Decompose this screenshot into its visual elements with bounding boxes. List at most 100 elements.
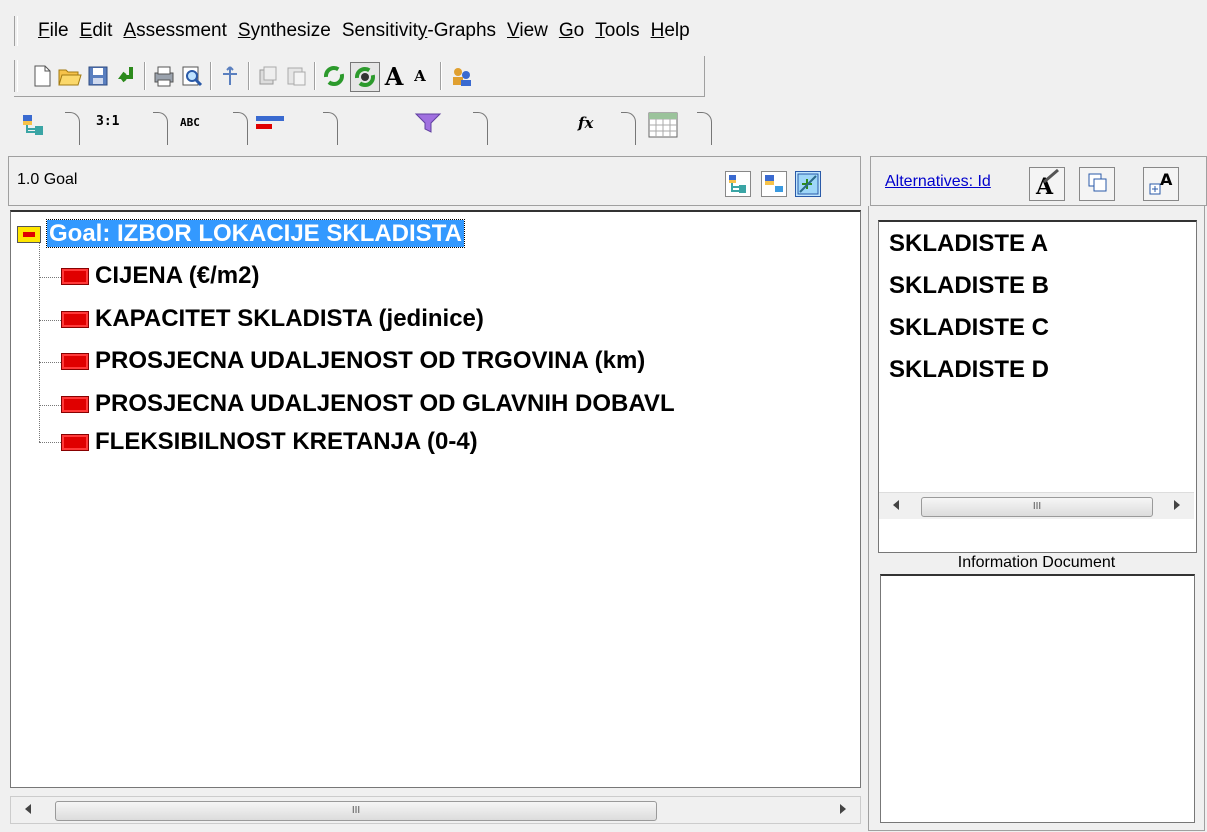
tab-bar-graph[interactable] <box>248 108 338 148</box>
scroll-left-icon[interactable] <box>25 804 31 814</box>
menu-item-accelerator: y <box>417 20 428 41</box>
menu-item[interactable]: Edit <box>80 20 113 42</box>
scroll-right-icon[interactable] <box>1174 500 1180 510</box>
model-panel: 1.0 Goal Goal: IZBOR LOKACIJE SKLADISTA … <box>8 150 863 832</box>
tree-node-criterion[interactable]: FLEKSIBILNOST KRETANJA (0-4) <box>61 428 478 456</box>
menu-item[interactable]: Synthesize <box>238 20 331 42</box>
alternatives-list: SKLADISTE A SKLADISTE B SKLADISTE C SKLA… <box>878 220 1197 553</box>
menu-item[interactable]: Sensitivity-Graphs <box>342 20 496 42</box>
goal-label: Goal: IZBOR LOKACIJE SKLADISTA <box>46 219 465 248</box>
cluster-view-icon[interactable] <box>761 171 787 197</box>
toolbar-separator <box>440 62 442 90</box>
tab-abc-label: ABC <box>180 116 200 129</box>
menu-item[interactable]: View <box>507 20 548 42</box>
save-icon[interactable] <box>86 64 110 88</box>
menu-item-text: ynthesize <box>250 20 331 41</box>
return-arrow-icon[interactable] <box>114 64 138 88</box>
users-icon[interactable] <box>450 64 474 88</box>
criterion-node-icon <box>61 268 89 286</box>
menu-item[interactable]: File <box>38 20 69 42</box>
menu-items: File Edit Assessment Synthesize Sensitivity-… <box>38 20 701 42</box>
menu-item[interactable]: Help <box>651 20 690 42</box>
copy-icon[interactable] <box>256 64 280 88</box>
increase-font-icon[interactable]: A <box>382 62 406 91</box>
criterion-node-icon <box>61 353 89 371</box>
menubar-grip[interactable] <box>14 16 18 46</box>
tree-connector <box>39 277 61 278</box>
menu-item-text: dit <box>92 20 113 41</box>
tree-view-icon[interactable] <box>725 171 751 197</box>
menu-item-text: elp <box>664 20 690 41</box>
funnel-icon <box>414 112 442 139</box>
view-tabs: 3:1 ABC fx <box>8 108 728 148</box>
edit-node-icon[interactable] <box>795 171 821 197</box>
menu-bar: File Edit Assessment Synthesize Sensitivity-… <box>0 10 1207 50</box>
tab-grid[interactable] <box>636 108 712 148</box>
information-document-box[interactable] <box>880 574 1195 823</box>
recalculate-icon[interactable] <box>350 62 380 92</box>
print-icon[interactable] <box>152 64 176 88</box>
decrease-font-icon[interactable]: A <box>408 64 432 88</box>
menu-item-accelerator: F <box>38 20 50 41</box>
svg-text:A: A <box>1160 170 1173 189</box>
copy-alternative-icon[interactable] <box>1079 167 1115 201</box>
print-preview-icon[interactable] <box>180 64 204 88</box>
list-item-alternative[interactable]: SKLADISTE A <box>889 230 1048 258</box>
tab-edge <box>153 112 168 145</box>
tab-edge <box>697 112 712 145</box>
tree-connector <box>39 362 61 363</box>
scroll-right-icon[interactable] <box>840 804 846 814</box>
toolbar-grip[interactable] <box>14 60 18 92</box>
tab-filter[interactable] <box>338 108 488 148</box>
tab-formula-label: fx <box>578 114 594 132</box>
refresh-icon[interactable] <box>322 64 346 88</box>
tree-horizontal-scrollbar[interactable]: III <box>10 796 861 824</box>
alternatives-horizontal-scrollbar[interactable]: III <box>879 492 1194 519</box>
list-item-alternative[interactable]: SKLADISTE B <box>889 272 1049 300</box>
tab-edge <box>233 112 248 145</box>
tree-node-goal[interactable]: Goal: IZBOR LOKACIJE SKLADISTA <box>17 219 465 248</box>
alternatives-link[interactable]: Alternatives: Id <box>885 173 991 191</box>
menu-item-text: ssessment <box>136 20 227 41</box>
edit-alternative-icon[interactable]: A <box>1029 167 1065 201</box>
tree-connector <box>39 405 61 406</box>
criterion-node-icon <box>61 434 89 452</box>
move-icon[interactable] <box>218 64 242 88</box>
menu-item-text: -Graphs <box>427 20 497 41</box>
tree-view-icon <box>22 114 52 141</box>
tab-formula[interactable]: fx <box>488 108 636 148</box>
tree-connector <box>39 442 61 443</box>
tree-node-criterion[interactable]: PROSJECNA UDALJENOST OD TRGOVINA (km) <box>61 347 645 375</box>
scrollbar-thumb[interactable]: III <box>55 801 657 821</box>
menu-item[interactable]: Assessment <box>123 20 227 42</box>
tree-node-criterion[interactable]: CIJENA (€/m2) <box>61 262 259 290</box>
criterion-label: PROSJECNA UDALJENOST OD GLAVNIH DOBAVL <box>95 390 675 417</box>
scroll-left-icon[interactable] <box>893 500 899 510</box>
new-file-icon[interactable] <box>30 64 54 88</box>
menu-item[interactable]: Tools <box>595 20 639 42</box>
add-alternative-icon[interactable]: A <box>1143 167 1179 201</box>
list-item-alternative[interactable]: SKLADISTE C <box>889 314 1049 342</box>
grid-icon <box>648 112 678 143</box>
bar-graph-icon <box>256 116 286 137</box>
menu-item-text: ile <box>49 20 69 41</box>
tree-node-criterion[interactable]: KAPACITET SKLADISTA (jedinice) <box>61 305 484 333</box>
criterion-label: PROSJECNA UDALJENOST OD TRGOVINA (km) <box>95 347 646 374</box>
tree-node-criterion[interactable]: PROSJECNA UDALJENOST OD GLAVNIH DOBAVL <box>61 390 675 418</box>
scrollbar-thumb[interactable]: III <box>921 497 1153 517</box>
tab-edge <box>323 112 338 145</box>
tab-edge <box>621 112 636 145</box>
paste-icon[interactable] <box>284 64 308 88</box>
open-folder-icon[interactable] <box>58 64 82 88</box>
tab-abc[interactable]: ABC <box>168 108 248 148</box>
tab-tree-view[interactable] <box>8 108 80 148</box>
criterion-label: FLEKSIBILNOST KRETANJA (0-4) <box>95 428 478 455</box>
criterion-node-icon <box>61 311 89 329</box>
node-path-label: 1.0 Goal <box>17 171 78 188</box>
goal-node-icon <box>17 226 41 244</box>
list-item-alternative[interactable]: SKLADISTE D <box>889 356 1049 384</box>
tab-pairwise[interactable]: 3:1 <box>80 108 168 148</box>
toolbar-separator <box>314 62 316 90</box>
toolbar: A A <box>14 56 705 97</box>
menu-item[interactable]: Go <box>559 20 584 42</box>
